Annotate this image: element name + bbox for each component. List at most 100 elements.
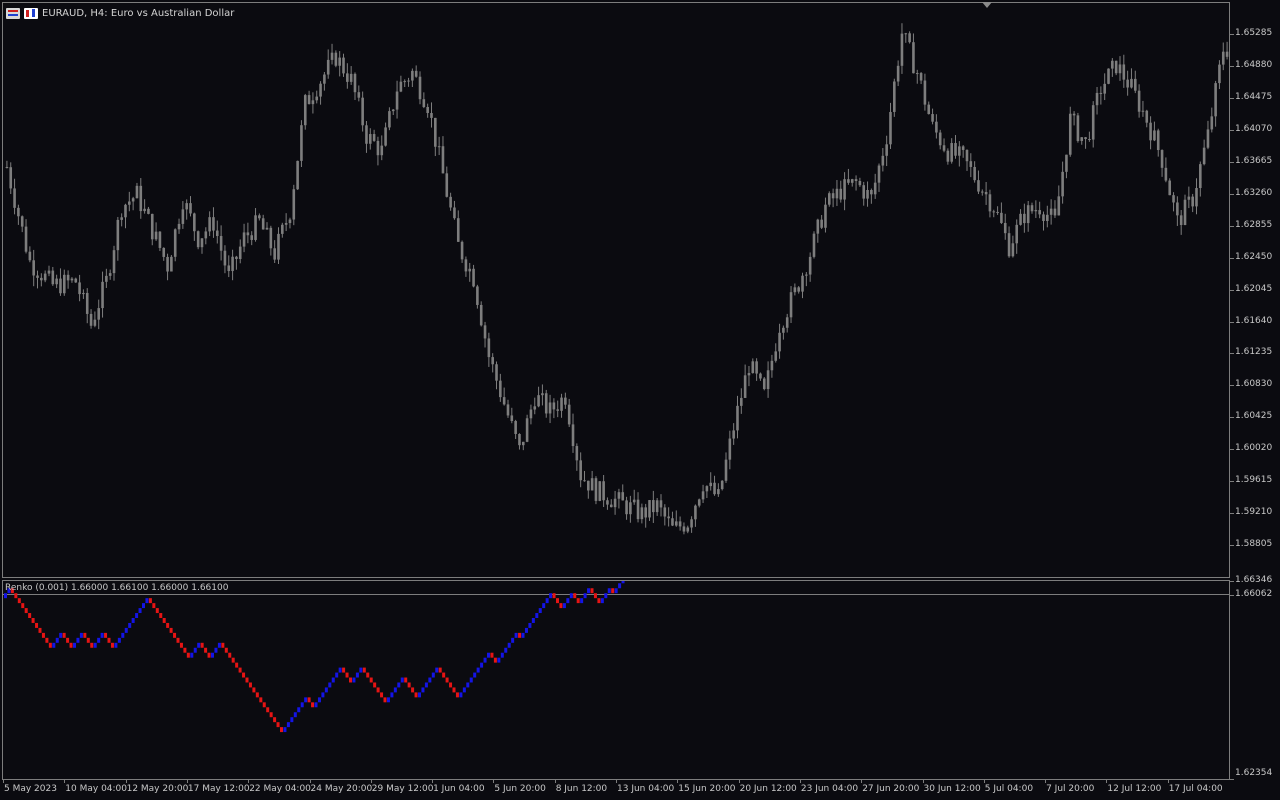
candle bbox=[919, 71, 923, 85]
candle bbox=[292, 184, 296, 226]
candle bbox=[200, 238, 204, 254]
renko-brick-up bbox=[321, 692, 325, 698]
candle bbox=[915, 69, 919, 84]
one-click-trading-icon[interactable] bbox=[24, 7, 38, 19]
candle bbox=[1107, 68, 1110, 85]
renko-brick-down bbox=[414, 692, 418, 698]
renko-brick-down bbox=[307, 697, 311, 703]
candle bbox=[548, 394, 552, 424]
candle bbox=[177, 218, 181, 234]
candle bbox=[1195, 178, 1198, 215]
renko-brick-up bbox=[535, 613, 539, 619]
renko-brick-down bbox=[83, 632, 87, 638]
renko-brick-up bbox=[100, 632, 104, 638]
candle bbox=[223, 245, 227, 274]
candle bbox=[1130, 68, 1133, 89]
candle bbox=[1141, 100, 1145, 117]
candle bbox=[759, 372, 762, 381]
candle bbox=[495, 361, 498, 390]
renko-brick-down bbox=[242, 672, 246, 678]
renko-brick-up bbox=[297, 707, 301, 713]
renko-brick-down bbox=[35, 622, 39, 628]
candle bbox=[434, 117, 437, 157]
renko-brick-down bbox=[259, 697, 263, 703]
candle bbox=[1179, 210, 1183, 235]
candle bbox=[1218, 60, 1221, 90]
renko-brick-up bbox=[504, 647, 508, 653]
candle bbox=[147, 206, 150, 215]
candle bbox=[40, 273, 43, 287]
renko-brick-up bbox=[283, 727, 287, 733]
time-axis-tick bbox=[1106, 780, 1108, 783]
renko-indicator-pane[interactable] bbox=[2, 580, 1230, 780]
candle bbox=[1137, 84, 1141, 118]
candle bbox=[376, 136, 380, 166]
candle bbox=[326, 49, 330, 79]
candle bbox=[644, 503, 647, 528]
candle bbox=[258, 213, 261, 221]
renko-brick-up bbox=[217, 642, 221, 648]
candle bbox=[541, 384, 544, 406]
renko-brick-down bbox=[452, 687, 456, 693]
candle bbox=[1206, 120, 1210, 150]
time-axis-label: 22 May 04:00 bbox=[249, 784, 311, 794]
candle bbox=[992, 209, 996, 218]
candle bbox=[449, 192, 452, 211]
candle bbox=[996, 206, 999, 215]
candle bbox=[977, 170, 980, 195]
renko-brick-up bbox=[473, 672, 477, 678]
time-axis-tick bbox=[738, 780, 740, 783]
candle bbox=[579, 452, 582, 488]
candle bbox=[196, 230, 200, 250]
renko-brick-down bbox=[228, 652, 232, 658]
renko-brick-down bbox=[69, 642, 73, 648]
candle bbox=[762, 377, 766, 391]
candle bbox=[1049, 199, 1053, 225]
time-axis-label: 8 Jun 12:00 bbox=[555, 784, 608, 794]
candle bbox=[682, 522, 686, 535]
candle bbox=[303, 93, 307, 130]
renko-brick-down bbox=[207, 652, 211, 658]
candle bbox=[525, 414, 529, 443]
candle bbox=[89, 309, 93, 329]
candle bbox=[743, 364, 747, 398]
renko-brick-up bbox=[359, 667, 363, 673]
candle bbox=[1088, 131, 1091, 142]
renko-brick-up bbox=[328, 682, 332, 688]
renko-brick-down bbox=[383, 697, 387, 703]
candle bbox=[621, 484, 625, 501]
candle bbox=[575, 443, 579, 471]
candle bbox=[9, 162, 13, 195]
renko-axis-tick bbox=[1230, 779, 1234, 780]
candle bbox=[602, 474, 605, 507]
price-axis-tick bbox=[1230, 545, 1234, 547]
candle bbox=[242, 223, 246, 253]
candle bbox=[866, 181, 869, 207]
renko-brick-down bbox=[179, 642, 183, 648]
renko-brick-up bbox=[431, 672, 435, 678]
chart-shift-marker[interactable] bbox=[982, 2, 992, 8]
candle bbox=[1030, 202, 1034, 214]
price-axis-tick bbox=[1230, 34, 1234, 36]
candle bbox=[1091, 101, 1095, 148]
candle bbox=[1099, 86, 1103, 105]
renko-brick-down bbox=[280, 727, 283, 733]
candle bbox=[1160, 149, 1164, 177]
renko-brick-up bbox=[476, 667, 480, 673]
candle bbox=[598, 481, 602, 502]
renko-brick-up bbox=[580, 598, 584, 604]
renko-brick-down bbox=[17, 598, 21, 604]
candle bbox=[606, 497, 609, 510]
candle bbox=[284, 213, 288, 232]
candle bbox=[514, 419, 517, 439]
candlestick-chart bbox=[5, 23, 1229, 535]
candle bbox=[782, 325, 785, 340]
price-axis-label: 1.64070 bbox=[1235, 123, 1273, 134]
main-chart-pane[interactable] bbox=[2, 2, 1230, 578]
candle bbox=[85, 288, 89, 324]
renko-brick-up bbox=[211, 652, 214, 658]
renko-brick-up bbox=[538, 608, 542, 614]
candle bbox=[567, 398, 571, 428]
chart-type-icon[interactable] bbox=[6, 7, 20, 19]
candle bbox=[403, 79, 407, 88]
